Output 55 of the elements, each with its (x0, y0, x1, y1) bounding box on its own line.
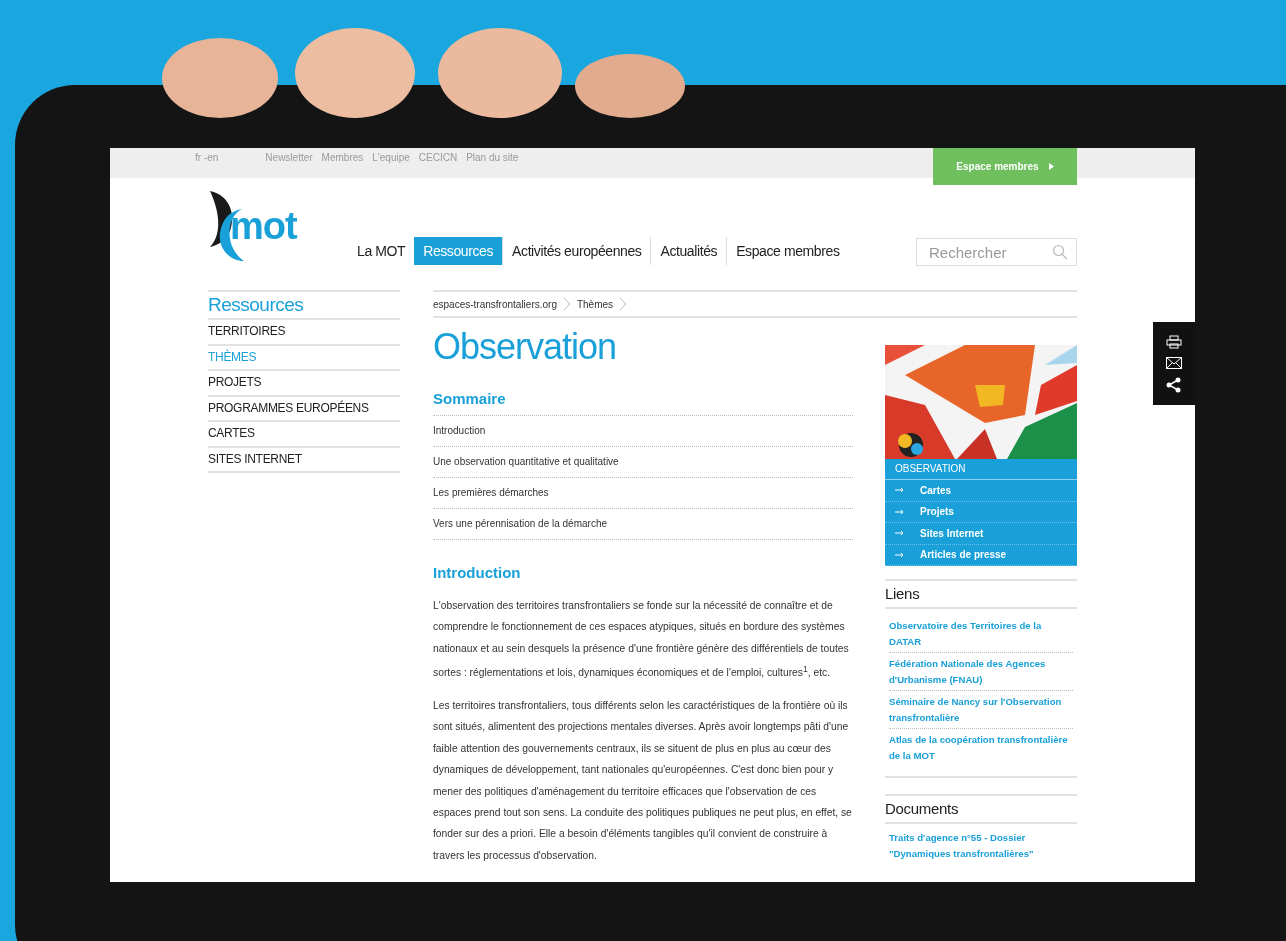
nav-tab[interactable]: Activités européennes (503, 237, 651, 265)
top-link[interactable]: Plan du site (466, 148, 519, 168)
chevron-icon (619, 297, 628, 311)
external-link[interactable]: Observatoire des Territoires de la DATAR (889, 615, 1073, 653)
top-link[interactable]: Membres (321, 148, 364, 168)
theme-link[interactable]: Cartes (920, 484, 952, 496)
sidebar-item[interactable]: PROGRAMMES EUROPÉENS (208, 396, 400, 422)
logo[interactable]: mot (208, 186, 320, 266)
arrow-icon (1048, 163, 1054, 170)
theme-link[interactable]: Sites Internet (920, 527, 984, 539)
sidebar-item[interactable]: PROJETS (208, 371, 400, 397)
top-link[interactable]: L'equipe (372, 148, 410, 168)
external-link[interactable]: Séminaire de Nancy sur l'Observation transfrontalière (889, 691, 1073, 729)
theme-title: OBSERVATION (885, 459, 1077, 480)
breadcrumb-link[interactable]: espaces-transfrontaliers.org (433, 298, 557, 310)
top-link[interactable]: CECICN (418, 148, 458, 168)
search-field[interactable]: Rechercher (916, 238, 1077, 266)
document-link[interactable]: Traits d'agence n°55 - Dossier "Dynamiques transfrontalières" (885, 824, 1077, 862)
member-area-button[interactable]: Espace membres (933, 148, 1077, 185)
chevron-icon (562, 297, 571, 311)
sidebar-item[interactable]: THÈMES (208, 345, 400, 371)
sidebar-item[interactable]: CARTES (208, 422, 400, 448)
nav-tab[interactable]: La MOT (348, 237, 415, 265)
mail-icon[interactable] (1166, 356, 1182, 369)
top-link[interactable]: Newsletter (265, 148, 313, 168)
page-title: Observation (433, 326, 618, 368)
external-link[interactable]: Atlas de la coopération transfrontalière de la MOT (889, 729, 1073, 766)
paragraph: Les territoires transfrontaliers, tous différents selon les caractéristiques de la frontière où ils sont situés, alimentent des projections mentales diverses. Après avoir longtemps pâti d'une faible attention des gouvernements centraux, ils se situent de plus en plus au cœur des dynamiques de développement, tant nationales qu'européennes. C'est donc bien pour y mener des politiques d'aménagement du territoire efficaces que l'observation de ces espaces prend tout son sens. La conduite des politiques publiques ne peut plus, en effet, se fonder sur des a priori. Elle a besoin d'éléments tangibles qu'il convient de construire à travers les processus d'observation. (433, 699, 853, 863)
share-icon[interactable] (1166, 376, 1182, 393)
summary-link[interactable]: Introduction (433, 416, 853, 447)
nav-tab[interactable]: Espace membres (727, 237, 849, 265)
summary-link[interactable]: Les premières démarches (433, 478, 853, 509)
language-link[interactable]: fr -en (195, 148, 219, 168)
search-icon (1052, 244, 1068, 260)
theme-link[interactable]: Projets (920, 506, 954, 518)
arrow-icon (895, 530, 904, 537)
sidebar-item[interactable]: TERRITOIRES (208, 320, 400, 346)
nav-tab[interactable]: Actualités (651, 237, 727, 265)
summary-link[interactable]: Une observation quantitative et qualitative (433, 447, 853, 478)
arrow-icon (895, 487, 904, 494)
breadcrumb-link[interactable]: Thèmes (576, 298, 614, 310)
external-link[interactable]: Fédération Nationale des Agences d'Urbanisme (FNAU) (889, 653, 1073, 691)
theme-link[interactable]: Articles de presse (920, 549, 1007, 561)
summary-link[interactable]: Vers une pérennisation de la démarche (433, 509, 853, 540)
paragraph: L'observation des territoires transfrontaliers se fonde sur la nécessité de connaître et de comprendre le fonctionnement de ces espaces atypiques, situés en bordure des systèmes nationaux et au sein desquels la présence d'une frontière génère des différentiels de toutes sortes : réglementations et lois, dynamiques économiques et de l'emploi, cultures$^{1}$, etc. (433, 599, 850, 681)
print-icon[interactable] (1166, 334, 1182, 349)
summary-heading: Sommaire (433, 390, 507, 407)
arrow-icon (895, 508, 904, 515)
nav-tab[interactable]: Ressources (414, 237, 503, 265)
sidebar-item[interactable]: SITES INTERNET (208, 447, 400, 473)
sidebar-title: Ressources (208, 292, 400, 320)
documents-heading: Documents (885, 794, 1077, 824)
section-heading: Introduction (433, 564, 522, 581)
arrow-icon (895, 551, 904, 558)
links-heading: Liens (885, 579, 1077, 609)
